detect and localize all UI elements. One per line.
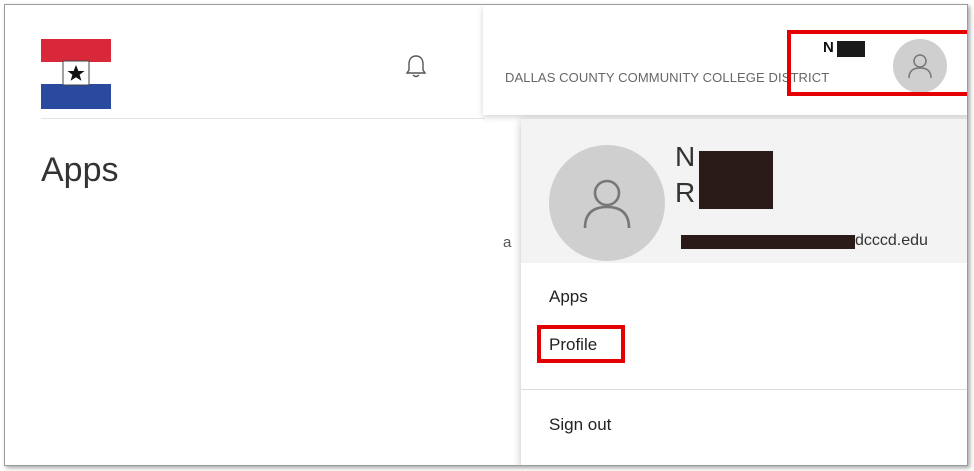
menu-divider	[521, 389, 967, 390]
page-title: Apps	[41, 151, 119, 189]
user-menu-header: N R dcccd.edu	[521, 119, 967, 263]
bell-icon[interactable]	[405, 53, 427, 79]
menu-item-sign-out[interactable]: Sign out	[549, 415, 611, 435]
user-email: dcccd.edu	[855, 232, 928, 249]
user-first-name: N	[675, 141, 696, 172]
app-window: Apps a DALLAS COUNTY COMMUNITY COLLEGE D…	[4, 4, 968, 466]
user-avatar-large	[549, 145, 665, 261]
redaction-block	[699, 151, 773, 209]
organization-name: DALLAS COUNTY COMMUNITY COLLEGE DISTRICT	[505, 70, 830, 85]
menu-item-apps[interactable]: Apps	[549, 287, 588, 307]
person-icon	[583, 179, 631, 229]
header-divider	[41, 118, 485, 119]
profile-highlight-box	[537, 325, 625, 363]
user-highlight-box	[787, 30, 967, 96]
dcccd-flag-logo[interactable]	[41, 39, 111, 109]
partially-hidden-text: a	[503, 234, 512, 251]
user-menu-dropdown: N R dcccd.edu Apps Profile Sign out	[521, 119, 967, 465]
redaction-block	[681, 235, 855, 249]
user-last-name: R	[675, 177, 696, 208]
